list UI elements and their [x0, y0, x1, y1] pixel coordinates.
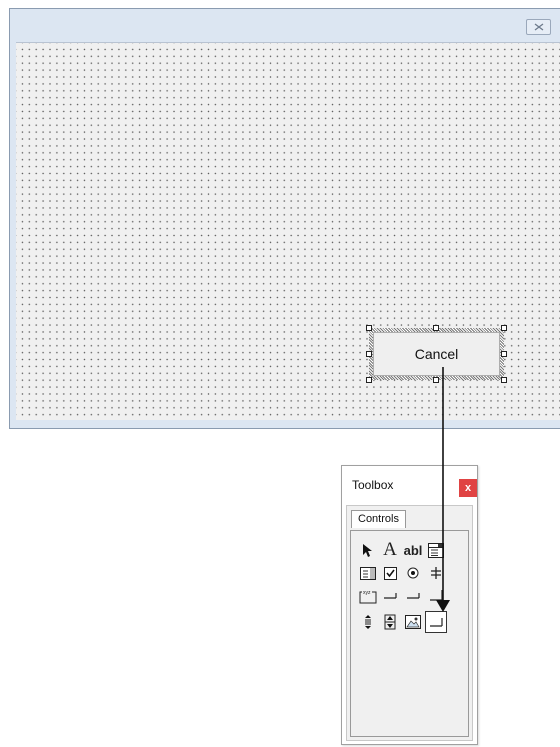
refedit-icon[interactable]	[425, 611, 447, 633]
combobox-icon[interactable]	[425, 539, 447, 561]
image-icon[interactable]	[402, 611, 424, 633]
tab-controls-label: Controls	[358, 513, 399, 525]
toolbox-close-button[interactable]: x	[459, 479, 477, 497]
togglebutton-icon[interactable]	[425, 562, 447, 584]
frame-icon[interactable]: xyz	[357, 585, 379, 607]
toolbox-body: Controls A abl xyz	[346, 505, 473, 741]
tabstrip-icon[interactable]	[402, 585, 424, 607]
resize-handle-top-left[interactable]	[366, 325, 372, 331]
resize-handle-left[interactable]	[366, 351, 372, 357]
controls-panel: A abl xyz	[350, 530, 469, 737]
commandbutton-icon[interactable]	[379, 585, 401, 607]
close-icon: x	[464, 482, 472, 494]
scrollbar-icon[interactable]	[357, 611, 379, 633]
listbox-icon[interactable]	[357, 562, 379, 584]
resize-handle-bottom-left[interactable]	[366, 377, 372, 383]
spinbutton-icon[interactable]	[379, 611, 401, 633]
userform-close-button[interactable]	[526, 19, 551, 35]
resize-handle-right[interactable]	[501, 351, 507, 357]
label-icon[interactable]: A	[379, 539, 401, 561]
cancel-button[interactable]: Cancel	[373, 332, 500, 376]
resize-handle-bottom-right[interactable]	[501, 377, 507, 383]
tab-controls[interactable]: Controls	[351, 510, 406, 528]
userform-titlebar	[10, 9, 560, 42]
optionbutton-icon[interactable]	[402, 562, 424, 584]
resize-handle-top-right[interactable]	[501, 325, 507, 331]
textbox-icon[interactable]: abl	[402, 539, 424, 561]
multipage-icon[interactable]	[425, 585, 447, 607]
resize-handle-bottom[interactable]	[433, 377, 439, 383]
toolbox-window: Toolbox x Controls A abl xyz	[341, 465, 478, 745]
checkbox-icon[interactable]	[379, 562, 401, 584]
cancel-button-selection[interactable]: Cancel	[365, 324, 508, 384]
resize-handle-top[interactable]	[433, 325, 439, 331]
select-objects-icon[interactable]	[357, 539, 379, 561]
cancel-button-label: Cancel	[414, 346, 459, 362]
svg-text:xyz: xyz	[363, 590, 371, 596]
close-icon	[534, 23, 543, 31]
toolbox-title: Toolbox	[352, 478, 394, 492]
